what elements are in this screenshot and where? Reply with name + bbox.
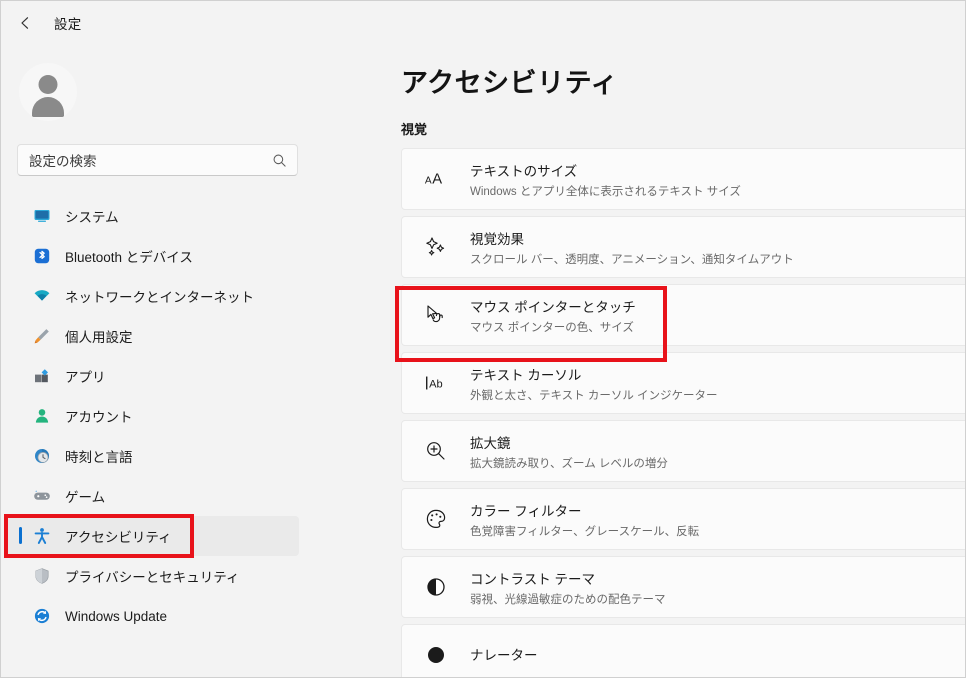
section-header-vision: 視覚 (401, 122, 428, 137)
sidebar-item-network[interactable]: ネットワークとインターネット (7, 276, 299, 316)
settings-window: 設定 設定の検索 システム Bluetooth とデバイス ネットワークとインタ… (0, 0, 966, 678)
avatar[interactable] (19, 63, 77, 121)
sidebar-item-label: アクセシビリティ (65, 530, 172, 545)
apps-icon (33, 367, 51, 385)
arrow-left-icon (17, 14, 35, 32)
wifi-icon (33, 287, 51, 305)
card-title: ナレーター (470, 647, 538, 663)
card-narrator[interactable]: ナレーター (401, 624, 965, 677)
sidebar-item-privacy-security[interactable]: プライバシーとセキュリティ (7, 556, 299, 596)
settings-card-list: A A テキストのサイズ Windows とアプリ全体に表示されるテキスト サイ… (401, 148, 965, 677)
avatar-body (32, 97, 64, 117)
card-subtitle: 拡大鏡読み取り、ズーム レベルの増分 (470, 457, 668, 470)
sidebar-item-label: アプリ (65, 370, 106, 385)
card-contrast-themes[interactable]: コントラスト テーマ 弱視、光線過敏症のための配色テーマ (401, 556, 965, 618)
sidebar-item-personalization[interactable]: 個人用設定 (7, 316, 299, 356)
visual-effects-icon (424, 235, 448, 259)
card-subtitle: 色覚障害フィルター、グレースケール、反転 (470, 525, 700, 538)
sidebar-item-gaming[interactable]: ゲーム (7, 476, 299, 516)
paintbrush-icon (33, 327, 51, 345)
sidebar-item-windows-update[interactable]: Windows Update (7, 596, 299, 636)
gamepad-icon (33, 487, 51, 505)
sidebar-item-apps[interactable]: アプリ (7, 356, 299, 396)
card-color-filters[interactable]: カラー フィルター 色覚障害フィルター、グレースケール、反転 (401, 488, 965, 550)
bluetooth-icon (33, 247, 51, 265)
sidebar-item-label: ネットワークとインターネット (65, 290, 254, 305)
sidebar: 設定の検索 システム Bluetooth とデバイス ネットワークとインターネッ… (1, 45, 311, 677)
svg-text:A: A (425, 176, 432, 187)
card-magnifier[interactable]: 拡大鏡 拡大鏡読み取り、ズーム レベルの増分 (401, 420, 965, 482)
card-text-cursor[interactable]: Ab テキスト カーソル 外観と太さ、テキスト カーソル インジケーター (401, 352, 965, 414)
sidebar-item-label: アカウント (65, 410, 133, 425)
card-subtitle: Windows とアプリ全体に表示されるテキスト サイズ (470, 185, 741, 198)
back-button[interactable] (10, 7, 42, 39)
magnifier-icon (424, 439, 448, 463)
sidebar-nav: システム Bluetooth とデバイス ネットワークとインターネット 個人用設… (1, 196, 311, 636)
color-filter-icon (424, 507, 448, 531)
card-title: テキスト カーソル (470, 367, 582, 383)
search-icon (272, 153, 287, 173)
page-title: アクセシビリティ (401, 68, 619, 98)
sidebar-item-label: プライバシーとセキュリティ (65, 570, 240, 585)
mouse-pointer-icon (424, 303, 448, 327)
card-title: テキストのサイズ (470, 163, 578, 179)
title-bar: 設定 (1, 1, 965, 45)
sidebar-item-label: システム (65, 210, 119, 225)
accessibility-icon (33, 527, 51, 545)
sidebar-item-label: Bluetooth とデバイス (65, 250, 193, 265)
card-title: カラー フィルター (470, 503, 582, 519)
sidebar-item-label: Windows Update (65, 608, 168, 624)
card-subtitle: 弱視、光線過敏症のための配色テーマ (470, 593, 666, 606)
text-cursor-icon: Ab (424, 372, 448, 394)
svg-text:A: A (432, 172, 442, 188)
contrast-theme-icon (424, 575, 448, 599)
account-icon (33, 407, 51, 425)
sidebar-item-time-language[interactable]: 時刻と言語 (7, 436, 299, 476)
shield-icon (33, 567, 51, 585)
card-subtitle: マウス ポインターの色、サイズ (470, 321, 634, 334)
card-text-size[interactable]: A A テキストのサイズ Windows とアプリ全体に表示されるテキスト サイ… (401, 148, 965, 210)
sidebar-item-system[interactable]: システム (7, 196, 299, 236)
avatar-head (38, 75, 58, 94)
card-mouse-pointer[interactable]: マウス ポインターとタッチ マウス ポインターの色、サイズ (401, 284, 965, 346)
clock-globe-icon (33, 447, 51, 465)
update-icon (33, 607, 51, 625)
text-size-icon: A A (424, 168, 448, 190)
card-title: 視覚効果 (470, 231, 524, 247)
main-content: アクセシビリティ 視覚 A A テキストのサイズ Windows とアプリ全体に… (311, 45, 965, 677)
card-subtitle: スクロール バー、透明度、アニメーション、通知タイムアウト (470, 253, 794, 266)
svg-text:Ab: Ab (429, 379, 443, 391)
card-visual-effects[interactable]: 視覚効果 スクロール バー、透明度、アニメーション、通知タイムアウト (401, 216, 965, 278)
sidebar-item-accessibility[interactable]: アクセシビリティ (7, 516, 299, 556)
card-subtitle: 外観と太さ、テキスト カーソル インジケーター (470, 389, 718, 402)
narrator-icon (424, 643, 448, 667)
card-title: マウス ポインターとタッチ (470, 299, 636, 315)
sidebar-item-accounts[interactable]: アカウント (7, 396, 299, 436)
monitor-icon (33, 207, 51, 225)
sidebar-item-label: 個人用設定 (65, 330, 133, 345)
app-title: 設定 (54, 17, 82, 32)
card-title: 拡大鏡 (470, 435, 511, 451)
sidebar-item-label: 時刻と言語 (65, 450, 133, 465)
search-input[interactable]: 設定の検索 (17, 144, 298, 176)
sidebar-item-bluetooth[interactable]: Bluetooth とデバイス (7, 236, 299, 276)
card-title: コントラスト テーマ (470, 571, 595, 587)
search-placeholder: 設定の検索 (29, 154, 97, 169)
sidebar-item-label: ゲーム (65, 490, 106, 505)
selection-indicator (19, 527, 22, 544)
